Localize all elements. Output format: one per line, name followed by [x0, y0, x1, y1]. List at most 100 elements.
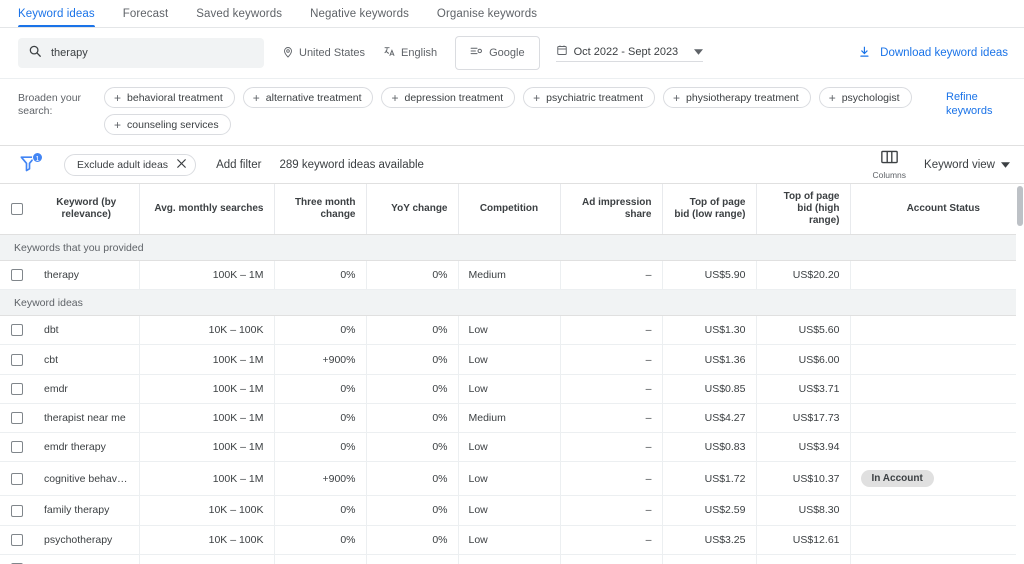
group-title: Keywords that you provided — [0, 234, 1024, 261]
chip-label: counseling services — [127, 118, 219, 131]
cell-bid-high: US$20.20 — [756, 260, 851, 291]
cell-bid-high: US$17.73 — [756, 403, 851, 434]
columns-button[interactable]: Columns — [873, 150, 906, 180]
filter-button[interactable]: 1 — [18, 151, 43, 177]
active-filter-chip[interactable]: Exclude adult ideas — [64, 153, 197, 176]
cell-competition: Low — [458, 315, 561, 346]
cell-bid-low: US$2.63 — [662, 554, 757, 564]
cell-three-month-change: 0% — [274, 403, 367, 434]
col-three-month-change[interactable]: Three month change — [274, 184, 367, 235]
cell-bid-low: US$1.30 — [662, 315, 757, 346]
tab-organise-keywords[interactable]: Organise keywords — [423, 8, 551, 27]
table-row[interactable]: psychotherapy 10K – 100K 0% 0% Low – US$… — [0, 525, 1024, 555]
vertical-scrollbar[interactable] — [1016, 184, 1024, 564]
download-keyword-ideas-button[interactable]: Download keyword ideas — [858, 45, 1008, 62]
table-row[interactable]: cognitive behavioral ther... 100K – 1M +… — [0, 461, 1024, 497]
cell-yoy-change: 0% — [366, 461, 459, 497]
cell-yoy-change: 0% — [366, 315, 459, 346]
cell-bid-low: US$0.83 — [662, 432, 757, 463]
active-filter-label: Exclude adult ideas — [77, 158, 169, 171]
search-input[interactable]: therapy — [18, 38, 264, 68]
cell-account-status — [850, 374, 1024, 404]
keyword-view-selector[interactable]: Keyword view — [924, 159, 1010, 171]
plus-icon: + — [114, 90, 122, 105]
cell-yoy-change: 0% — [366, 525, 459, 555]
cell-yoy-change: 0% — [366, 403, 459, 434]
table-row[interactable]: therapy 100K – 1M 0% 0% Medium – US$5.90… — [0, 260, 1024, 291]
tab-label: Forecast — [122, 8, 169, 20]
col-competition[interactable]: Competition — [458, 184, 561, 235]
table-row[interactable]: emdr therapy 100K – 1M 0% 0% Low – US$0.… — [0, 432, 1024, 463]
table-row[interactable]: emdr 100K – 1M 0% 0% Low – US$0.85 US$3.… — [0, 374, 1024, 404]
col-account-status[interactable]: Account Status — [850, 184, 1024, 235]
row-checkbox[interactable] — [11, 353, 23, 366]
cell-ad-impression-share: – — [560, 374, 663, 404]
broaden-chip[interactable]: + counseling services — [104, 114, 231, 135]
language-label: English — [401, 47, 438, 59]
row-checkbox[interactable] — [11, 269, 23, 282]
network-selector[interactable]: Google — [455, 36, 540, 70]
tab-label: Saved keywords — [196, 8, 283, 20]
cell-bid-high: US$10.37 — [756, 461, 851, 497]
cell-ad-impression-share: – — [560, 495, 663, 526]
location-selector[interactable]: United States — [282, 46, 365, 61]
cell-competition: Medium — [458, 260, 561, 291]
location-label: United States — [299, 47, 366, 59]
col-ad-impression-share[interactable]: Ad impression share — [560, 184, 663, 235]
cell-keyword: therapy — [34, 260, 140, 291]
chip-label: behavioral treatment — [127, 91, 223, 104]
scrollbar-thumb[interactable] — [1017, 186, 1023, 226]
add-filter-button[interactable]: Add filter — [216, 159, 261, 171]
close-icon[interactable] — [177, 158, 186, 171]
language-selector[interactable]: English — [383, 45, 437, 61]
date-range-selector[interactable]: Oct 2022 - Sept 2023 — [555, 44, 704, 62]
tab-forecast[interactable]: Forecast — [109, 8, 183, 27]
cell-competition: Low — [458, 432, 561, 463]
cell-competition: Low — [458, 374, 561, 404]
broaden-chip[interactable]: + depression treatment — [381, 87, 516, 108]
status-badge: In Account — [860, 470, 934, 488]
tab-label: Negative keywords — [310, 8, 409, 20]
chevron-down-icon — [694, 46, 704, 58]
tab-negative-keywords[interactable]: Negative keywords — [296, 8, 423, 27]
table-row[interactable]: aba therapy 100K – 1M 0% 0% Low – US$2.6… — [0, 554, 1024, 564]
row-checkbox[interactable] — [11, 324, 23, 337]
cell-yoy-change: 0% — [366, 432, 459, 463]
refine-keywords-button[interactable]: Refine keywords — [946, 87, 1008, 118]
col-yoy-change[interactable]: YoY change — [366, 184, 459, 235]
cell-ad-impression-share: – — [560, 554, 663, 564]
table-row[interactable]: dbt 10K – 100K 0% 0% Low – US$1.30 US$5.… — [0, 315, 1024, 346]
broaden-chip[interactable]: + alternative treatment — [242, 87, 374, 108]
row-checkbox[interactable] — [11, 412, 23, 425]
col-avg-monthly-searches[interactable]: Avg. monthly searches — [139, 184, 275, 235]
select-all-checkbox[interactable] — [11, 202, 23, 215]
row-checkbox[interactable] — [11, 533, 23, 546]
col-keyword[interactable]: Keyword (by relevance) — [34, 184, 140, 235]
plus-icon: + — [828, 90, 836, 105]
row-checkbox[interactable] — [11, 504, 23, 517]
col-top-of-page-bid-low[interactable]: Top of page bid (low range) — [662, 184, 757, 235]
broaden-chip[interactable]: + psychiatric treatment — [523, 87, 656, 108]
broaden-chip[interactable]: + psychologist — [818, 87, 912, 108]
row-checkbox[interactable] — [11, 472, 23, 485]
table-row[interactable]: cbt 100K – 1M +900% 0% Low – US$1.36 US$… — [0, 344, 1024, 375]
cell-three-month-change: +900% — [274, 344, 367, 375]
table-row[interactable]: therapist near me 100K – 1M 0% 0% Medium… — [0, 403, 1024, 434]
keyword-table-container: Keyword (by relevance) Avg. monthly sear… — [0, 184, 1024, 564]
row-checkbox[interactable] — [11, 382, 23, 395]
broaden-chip[interactable]: + physiotherapy treatment — [663, 87, 811, 108]
cell-three-month-change: +900% — [274, 461, 367, 497]
table-row[interactable]: family therapy 10K – 100K 0% 0% Low – US… — [0, 495, 1024, 526]
cell-ad-impression-share: – — [560, 525, 663, 555]
row-checkbox[interactable] — [11, 441, 23, 454]
plus-icon: + — [252, 90, 260, 105]
col-top-of-page-bid-high[interactable]: Top of page bid (high range) — [756, 184, 851, 235]
tab-saved-keywords[interactable]: Saved keywords — [182, 8, 296, 27]
cell-bid-high: US$6.00 — [756, 344, 851, 375]
tab-keyword-ideas[interactable]: Keyword ideas — [18, 8, 109, 27]
broaden-label: Broaden your search: — [18, 92, 82, 117]
broaden-chip[interactable]: + behavioral treatment — [104, 87, 235, 108]
cell-competition: Medium — [458, 403, 561, 434]
cell-three-month-change: 0% — [274, 554, 367, 564]
cell-bid-high: US$3.71 — [756, 374, 851, 404]
